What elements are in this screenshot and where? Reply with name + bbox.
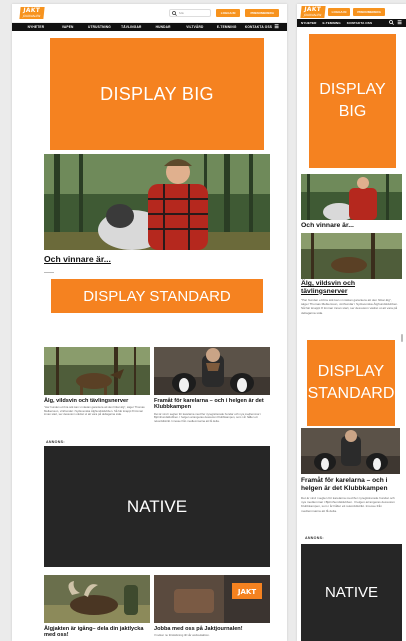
ad-display-big[interactable]: DISPLAY BIG [50,38,264,150]
page: JAKT JOURNALEN Sök LOGGA IN PRENUMERERA N… [0,0,406,641]
ad-native[interactable]: NATIVE [44,446,270,567]
hero-image[interactable] [44,154,270,250]
search-placeholder: Sök [178,11,184,15]
ad-label: ANNONS: [46,440,65,444]
site-logo[interactable]: JAKT JOURNALEN [300,5,326,18]
svg-text:JAKT: JAKT [237,588,256,596]
nav-item-utrustning[interactable]: UTRUSTNING [84,25,116,29]
nav-item-e-temning[interactable]: E-TEMNING [211,25,243,29]
article-title[interactable]: Jobba med oss på Jaktjournalen! [154,626,270,632]
site-logo[interactable]: JAKT JOURNALEN [19,7,45,19]
article-title[interactable]: Älg, vildsvin och tävlingsnerver [44,398,150,404]
ad-display-standard[interactable]: DISPLAY STANDARD [307,340,395,426]
article-title[interactable]: Älg, vildsvin och tävlingsnerver [301,280,402,295]
nav-item-vapen[interactable]: VAPEN [52,25,84,29]
mobile-header: JAKT JOURNALEN LOGGA IN PRENUMERERA [297,4,406,19]
article-image [44,575,150,623]
article-card[interactable]: Älg, vildsvin och tävlingsnerver "Har hu… [44,347,150,417]
article-excerpt: Vi söker nu förstärkning till vår webred… [154,633,210,638]
article-excerpt: Det är vind i seglen för karelarna med f… [301,496,395,513]
menu-icon[interactable]: ☰ [274,24,279,30]
hero-title[interactable]: Och vinnare är... [44,254,111,264]
mobile-mockup: JAKT JOURNALEN LOGGA IN PRENUMERERA NYHET… [297,4,406,641]
article-title[interactable]: Framåt för karelarna – och i helgen är d… [301,477,402,492]
ad-label: ANNONS: [305,536,324,540]
nav-item-tavlingar[interactable]: TÄVLINGAR [115,25,147,29]
article-image[interactable] [301,428,400,474]
article-excerpt: "Har hunden ett bra sök kan vi nästan ga… [44,405,145,417]
scrollbar[interactable] [401,334,403,342]
ad-display-big[interactable]: DISPLAY BIG [309,34,396,168]
search-icon [171,10,177,16]
ad-native[interactable]: NATIVE [301,544,402,641]
nav-item-kontakta-oss[interactable]: KONTAKTA OSS [243,25,275,29]
menu-icon[interactable]: ☰ [397,20,402,26]
article-card[interactable]: Framåt för karelarna – och i helgen är d… [154,347,270,423]
article-image [44,347,150,395]
article-title[interactable]: Framåt för karelarna – och i helgen är d… [154,398,270,411]
search-icon[interactable] [389,20,395,26]
article-image [154,347,270,395]
nav-item-viltvard[interactable]: VILTVÅRD [179,25,211,29]
nav-item-nyheter[interactable]: NYHETER [20,25,52,29]
mobile-nav: NYHETER E-TEMNING KONTAKTA OSS ☰ [297,19,406,27]
article-card[interactable]: JAKT Jobba med oss på Jaktjournalen! Vi … [154,575,270,638]
ad-display-standard[interactable]: DISPLAY STANDARD [51,279,263,313]
desktop-header: JAKT JOURNALEN Sök LOGGA IN PRENUMERERA [12,4,287,23]
article-title[interactable]: Älgjakten är igång– dela din jaktlycka m… [44,626,150,639]
article-image[interactable] [301,233,402,279]
hero-image[interactable] [301,174,402,220]
desktop-nav: NYHETER VAPEN UTRUSTNING TÄVLINGAR HUNDA… [12,23,287,31]
nav-item-hundar[interactable]: HUNDAR [147,25,179,29]
article-excerpt: Det är vind i seglen för karelarna med f… [154,411,261,423]
desktop-mockup: JAKT JOURNALEN Sök LOGGA IN PRENUMERERA N… [12,4,287,641]
nav-item-kontakta-oss[interactable]: KONTAKTA OSS [347,21,372,25]
subscribe-button[interactable]: PRENUMERERA [245,9,279,17]
login-button[interactable]: LOGGA IN [327,7,351,16]
nav-item-nyheter[interactable]: NYHETER [301,21,316,25]
article-card[interactable]: Älgjakten är igång– dela din jaktlycka m… [44,575,150,639]
hero-title[interactable]: Och vinnare är... [301,222,354,229]
login-button[interactable]: LOGGA IN [215,9,241,17]
divider [44,272,54,273]
nav-item-e-temning[interactable]: E-TEMNING [322,21,340,25]
search-input[interactable]: Sök [168,9,211,17]
article-image: JAKT [154,575,270,623]
subscribe-button[interactable]: PRENUMERERA [353,7,385,16]
article-excerpt: "Har hunden ett bra sök kan vi nästan ga… [301,298,399,315]
